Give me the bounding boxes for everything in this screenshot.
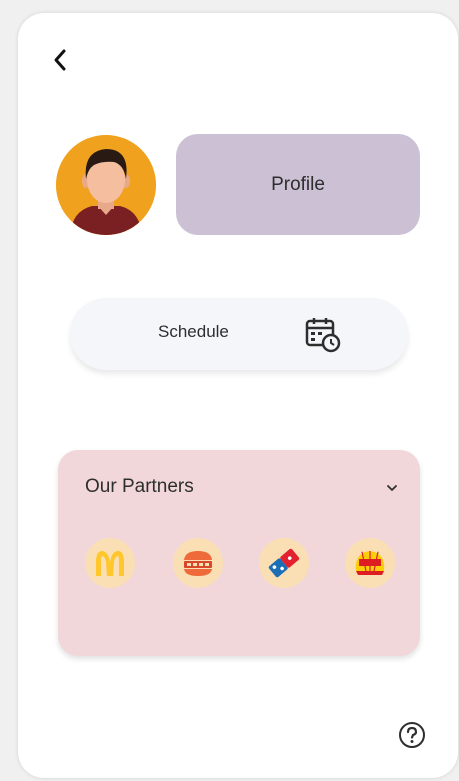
avatar[interactable] <box>56 135 156 235</box>
partners-title: Our Partners <box>85 476 194 497</box>
chevron-left-icon <box>54 49 66 71</box>
partner-shell[interactable] <box>345 538 395 588</box>
partner-burger[interactable] <box>173 538 223 588</box>
dominos-logo-icon <box>268 548 300 578</box>
schedule-button[interactable]: Schedule <box>70 298 408 370</box>
help-button[interactable] <box>397 720 427 750</box>
help-icon <box>399 722 425 748</box>
app-screen: Profile Schedule Our Partners <box>18 13 458 778</box>
partners-card: Our Partners <box>58 450 420 656</box>
user-avatar-icon <box>56 135 156 235</box>
burger-logo-icon <box>184 551 212 576</box>
profile-button[interactable]: Profile <box>176 134 420 235</box>
back-button[interactable] <box>51 45 73 75</box>
shell-logo-icon <box>355 551 385 575</box>
profile-button-label: Profile <box>271 173 325 195</box>
calendar-clock-icon <box>305 318 341 353</box>
partner-mcdonalds[interactable] <box>85 538 135 588</box>
partner-dominos[interactable] <box>259 538 309 588</box>
mcdonalds-logo-icon <box>96 551 124 576</box>
schedule-button-label: Schedule <box>158 322 229 341</box>
chevron-down-icon[interactable] <box>386 483 398 493</box>
